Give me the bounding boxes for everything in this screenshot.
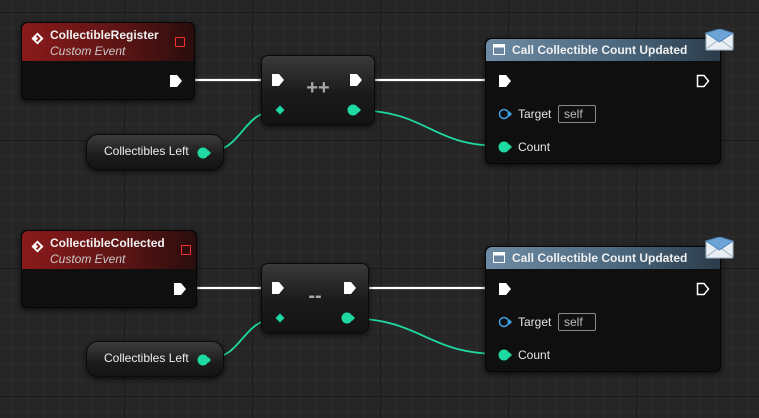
message-icon bbox=[705, 29, 735, 51]
message-icon bbox=[705, 237, 735, 259]
target-input[interactable]: self bbox=[558, 313, 596, 331]
integer-in-pin[interactable] bbox=[275, 105, 285, 115]
exec-out-pin[interactable] bbox=[696, 74, 710, 88]
target-pin[interactable] bbox=[498, 108, 512, 120]
count-label: Count bbox=[518, 140, 551, 154]
operator-symbol: ++ bbox=[306, 77, 330, 99]
exec-out-pin[interactable] bbox=[173, 282, 187, 296]
exec-out-pin[interactable] bbox=[169, 74, 183, 88]
variable-label: Collectibles Left bbox=[104, 144, 189, 158]
integer-in-pin[interactable] bbox=[275, 313, 285, 323]
event-header: CollectibleRegister Custom Event bbox=[22, 23, 194, 61]
variable-get-node[interactable]: Collectibles Left bbox=[86, 134, 224, 170]
integer-in-pin[interactable] bbox=[498, 349, 512, 361]
event-title: CollectibleCollected bbox=[50, 236, 165, 250]
event-subtitle: Custom Event bbox=[50, 252, 126, 266]
event-subtitle: Custom Event bbox=[50, 44, 126, 58]
function-call-node[interactable]: Call Collectible Count Updated Target se… bbox=[485, 246, 721, 372]
event-diamond-icon bbox=[31, 32, 44, 45]
exec-in-pin[interactable] bbox=[498, 282, 512, 296]
event-title: CollectibleRegister bbox=[50, 28, 159, 42]
target-value: self bbox=[564, 315, 583, 329]
integer-wire[interactable] bbox=[349, 317, 503, 355]
function-title: Call Collectible Count Updated bbox=[512, 251, 688, 265]
custom-event-node[interactable]: CollectibleRegister Custom Event bbox=[21, 22, 195, 100]
integer-out-pin[interactable] bbox=[347, 104, 361, 116]
function-title: Call Collectible Count Updated bbox=[512, 43, 688, 57]
increment-node[interactable]: ++ bbox=[261, 55, 375, 125]
function-call-node[interactable]: Call Collectible Count Updated Target se… bbox=[485, 38, 721, 164]
function-icon bbox=[493, 252, 505, 263]
integer-out-pin[interactable] bbox=[341, 312, 355, 324]
event-diamond-icon bbox=[31, 240, 44, 253]
target-label: Target bbox=[518, 107, 552, 121]
operator-symbol: -- bbox=[308, 285, 322, 307]
custom-event-node[interactable]: CollectibleCollected Custom Event bbox=[21, 230, 197, 308]
target-label: Target bbox=[518, 315, 552, 329]
decrement-node[interactable]: -- bbox=[261, 263, 369, 333]
function-icon bbox=[493, 44, 505, 55]
exec-in-pin[interactable] bbox=[498, 74, 512, 88]
target-pin[interactable] bbox=[498, 316, 512, 328]
exec-out-pin[interactable] bbox=[696, 282, 710, 296]
variable-get-node[interactable]: Collectibles Left bbox=[86, 341, 224, 377]
delegate-pin[interactable] bbox=[175, 37, 185, 47]
integer-out-pin[interactable] bbox=[197, 147, 211, 159]
event-header: CollectibleCollected Custom Event bbox=[22, 231, 196, 269]
target-value: self bbox=[564, 107, 583, 121]
function-header: Call Collectible Count Updated bbox=[486, 39, 720, 61]
delegate-pin[interactable] bbox=[181, 245, 191, 255]
integer-wire[interactable] bbox=[357, 109, 503, 147]
count-label: Count bbox=[518, 348, 551, 362]
integer-in-pin[interactable] bbox=[498, 141, 512, 153]
variable-label: Collectibles Left bbox=[104, 351, 189, 365]
integer-out-pin[interactable] bbox=[197, 354, 211, 366]
function-header: Call Collectible Count Updated bbox=[486, 247, 720, 269]
target-input[interactable]: self bbox=[558, 105, 596, 123]
